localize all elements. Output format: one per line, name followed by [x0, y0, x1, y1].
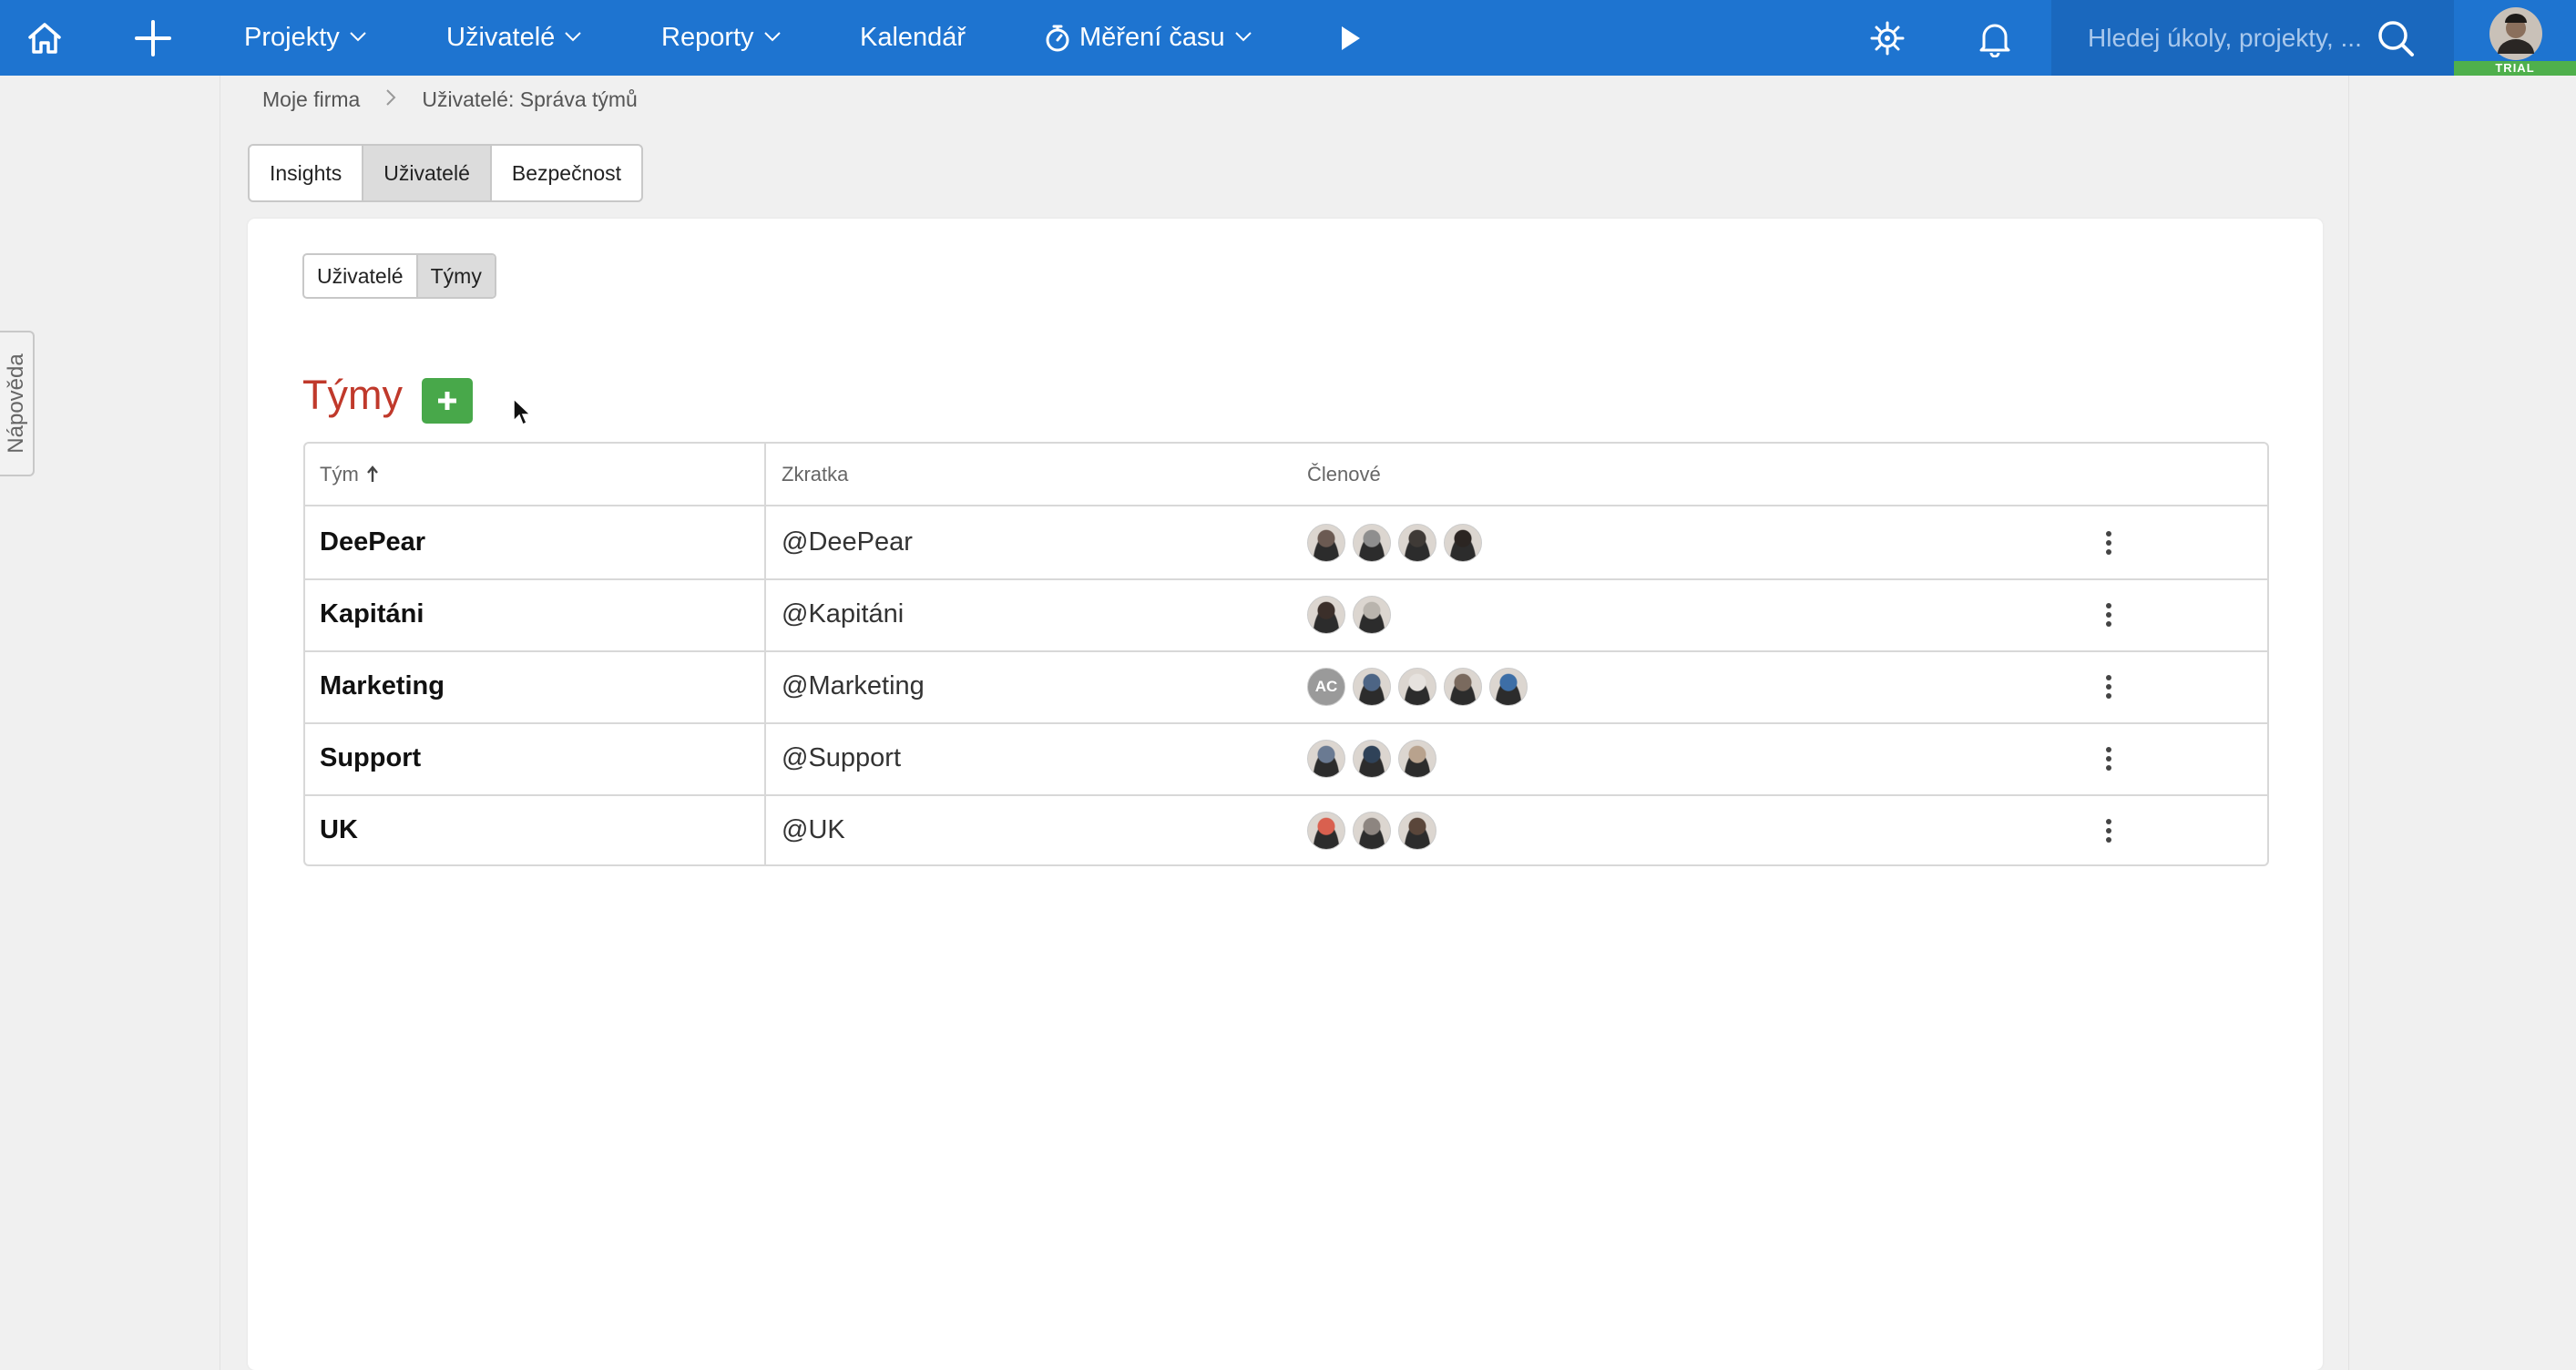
team-abbreviation: @Marketing: [782, 671, 925, 700]
trial-badge: TRIAL: [2454, 61, 2576, 76]
breadcrumb-current: Uživatelé: Správa týmů: [422, 87, 638, 111]
search-box: [2051, 0, 2454, 76]
member-avatar[interactable]: [1353, 595, 1391, 634]
chevron-down-icon: [564, 30, 582, 46]
member-avatar[interactable]: [1353, 667, 1391, 706]
member-avatar[interactable]: [1353, 739, 1391, 778]
team-members: [1307, 722, 1444, 794]
nav-time-tracking-label: Měření času: [1079, 23, 1225, 52]
help-tab-label: Nápověda: [4, 353, 28, 454]
left-gutter: [0, 76, 220, 1370]
right-gutter: [2348, 76, 2576, 1370]
chevron-down-icon: [763, 30, 782, 46]
subtab-teams[interactable]: Týmy: [417, 255, 495, 297]
team-members: [1307, 506, 1489, 578]
team-name[interactable]: Marketing: [320, 650, 445, 722]
subtab-users[interactable]: Uživatelé: [304, 255, 418, 297]
breadcrumb: Moje firma Uživatelé: Správa týmů: [262, 87, 638, 112]
add-icon[interactable]: [133, 0, 173, 76]
home-icon[interactable]: [26, 0, 64, 76]
nav-users-label: Uživatelé: [446, 23, 556, 52]
table-header: Tým Zkratka Členové: [305, 444, 2267, 506]
table-row[interactable]: Kapitáni @Kapitáni: [305, 578, 2267, 652]
team-name[interactable]: Support: [320, 722, 421, 794]
member-avatar[interactable]: [1307, 523, 1345, 562]
section-tabs: Insights Uživatelé Bezpečnost: [248, 144, 644, 202]
nav-calendar-label: Kalendář: [860, 23, 966, 52]
team-abbreviation: @Support: [782, 743, 902, 772]
page-title: Týmy: [302, 372, 403, 418]
column-header-members: Členové: [1307, 444, 1381, 505]
member-avatar[interactable]: [1353, 523, 1391, 562]
column-header-team-label: Tým: [320, 462, 359, 486]
more-options-icon[interactable]: [2090, 794, 2127, 864]
team-members: AC: [1307, 650, 1535, 722]
nav-calendar[interactable]: Kalendář: [860, 0, 966, 76]
notifications-bell-icon[interactable]: [1977, 0, 2013, 76]
table-row[interactable]: DeePear @DeePear: [305, 506, 2267, 580]
team-name[interactable]: UK: [320, 794, 358, 864]
column-header-team[interactable]: Tým: [320, 444, 379, 505]
team-name[interactable]: DeePear: [320, 506, 425, 578]
column-header-members-label: Členové: [1307, 462, 1381, 486]
settings-gear-icon[interactable]: [1869, 0, 1906, 76]
member-avatar[interactable]: [1444, 667, 1482, 706]
stopwatch-icon: [1045, 24, 1070, 53]
member-avatar[interactable]: [1307, 739, 1345, 778]
help-tab[interactable]: Nápověda: [0, 331, 35, 476]
member-avatar[interactable]: [1398, 739, 1436, 778]
breadcrumb-home-link[interactable]: Moje firma: [262, 87, 360, 112]
sort-ascending-icon: [366, 465, 379, 484]
nav-time-tracking[interactable]: Měření času: [1045, 0, 1252, 76]
member-avatar[interactable]: [1398, 667, 1436, 706]
team-abbreviation: @Kapitáni: [782, 599, 905, 629]
plus-icon: [438, 392, 456, 410]
member-avatar[interactable]: AC: [1307, 667, 1345, 706]
nav-projects[interactable]: Projekty: [244, 0, 367, 76]
user-avatar-menu[interactable]: TRIAL: [2454, 0, 2576, 76]
mouse-cursor-icon: [513, 397, 532, 426]
play-icon[interactable]: [1339, 0, 1363, 76]
nav-projects-label: Projekty: [244, 23, 340, 52]
more-options-icon[interactable]: [2090, 650, 2127, 722]
add-team-button[interactable]: [422, 378, 473, 424]
team-abbreviation: @DeePear: [782, 527, 913, 557]
search-icon[interactable]: [2376, 18, 2416, 63]
team-members: [1307, 578, 1398, 650]
member-avatar[interactable]: [1307, 595, 1345, 634]
team-name[interactable]: Kapitáni: [320, 578, 424, 650]
more-options-icon[interactable]: [2090, 506, 2127, 578]
nav-reports[interactable]: Reporty: [661, 0, 782, 76]
tab-security[interactable]: Bezpečnost: [492, 146, 641, 200]
column-header-abbr[interactable]: Zkratka: [782, 444, 848, 505]
column-header-abbr-label: Zkratka: [782, 462, 849, 486]
chevron-right-icon: [385, 88, 396, 112]
top-navigation-bar: Projekty Uživatelé Reporty Kalendář Měře…: [0, 0, 2576, 76]
chevron-down-icon: [1234, 30, 1252, 46]
team-members: [1307, 794, 1444, 864]
table-row[interactable]: Support @Support: [305, 722, 2267, 796]
teams-table: Tým Zkratka Členové DeePear @DeePear Kapit…: [303, 442, 2269, 866]
member-avatar[interactable]: [1353, 811, 1391, 850]
member-avatar[interactable]: [1489, 667, 1528, 706]
more-options-icon[interactable]: [2090, 722, 2127, 794]
avatar: [2489, 7, 2542, 60]
more-options-icon[interactable]: [2090, 578, 2127, 650]
member-avatar[interactable]: [1398, 523, 1436, 562]
tab-users[interactable]: Uživatelé: [363, 146, 492, 200]
content-card: Uživatelé Týmy Týmy Tým Zkratka Členové …: [248, 219, 2323, 1370]
nav-users[interactable]: Uživatelé: [446, 0, 582, 76]
team-abbreviation: @UK: [782, 815, 845, 844]
nav-reports-label: Reporty: [661, 23, 754, 52]
view-toggle: Uživatelé Týmy: [302, 253, 496, 299]
table-row[interactable]: UK @UK: [305, 794, 2267, 864]
chevron-down-icon: [349, 30, 367, 46]
table-row[interactable]: Marketing @Marketing AC: [305, 650, 2267, 724]
search-input[interactable]: [2086, 16, 2363, 60]
member-avatar[interactable]: [1307, 811, 1345, 850]
member-avatar[interactable]: [1444, 523, 1482, 562]
tab-insights[interactable]: Insights: [250, 146, 364, 200]
member-avatar[interactable]: [1398, 811, 1436, 850]
